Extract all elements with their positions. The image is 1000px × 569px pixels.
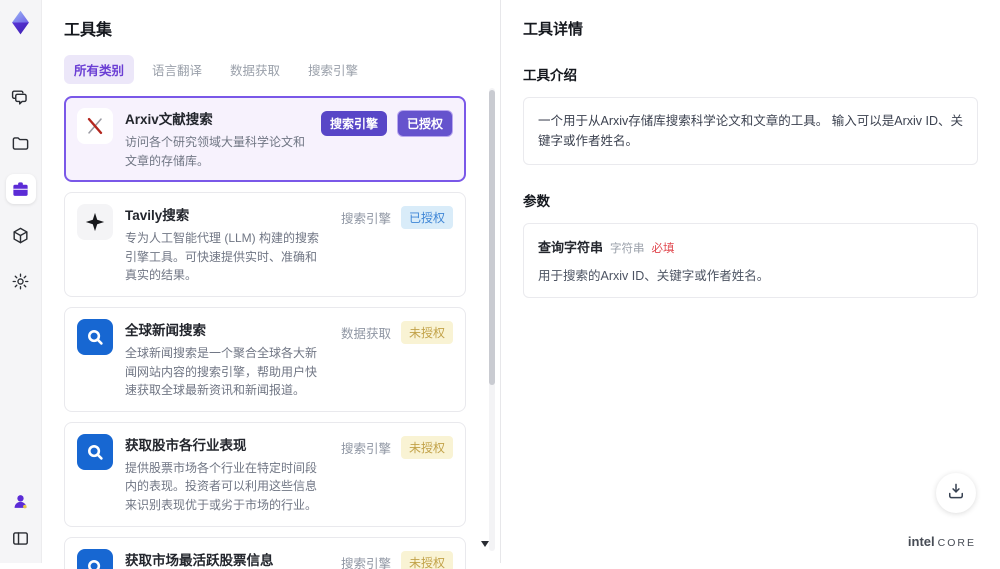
tool-name: Arxiv文献搜索 — [125, 112, 213, 127]
tool-auth-badge: 未授权 — [400, 320, 453, 344]
tab-all-categories[interactable]: 所有类别 — [64, 55, 135, 84]
intro-heading: 工具介绍 — [523, 68, 577, 83]
tool-details-panel: 工具详情 工具介绍 一个用于从Arxiv存储库搜索科学论文和文章的工具。 输入可… — [500, 0, 1000, 563]
details-title: 工具详情 — [523, 21, 584, 38]
tool-card[interactable]: 获取市场最活跃股票信息 提供当天交易量最高的股票列表。投资者可以利用这些信息来识… — [64, 536, 466, 569]
tool-card[interactable]: 获取股市各行业表现 提供股票市场各个行业在特定时间段内的表现。投资者可以利用这些… — [64, 421, 466, 527]
sidebar-nav — [5, 82, 36, 296]
chat-icon[interactable] — [6, 82, 36, 112]
tool-card[interactable]: Arxiv文献搜索 访问各个研究领域大量科学论文和文章的存储库。 搜索引擎 已授… — [64, 96, 466, 183]
tool-name: 全球新闻搜索 — [125, 322, 206, 338]
intel-core-logo: intel core — [908, 534, 976, 549]
tool-category-badge: 搜索引擎 — [340, 556, 391, 569]
panel-toggle-icon[interactable] — [8, 525, 34, 551]
app-logo[interactable] — [7, 9, 34, 36]
tool-name: 获取股市各行业表现 — [125, 437, 247, 453]
intel-logo-text: intel — [907, 534, 935, 549]
tool-description: 访问各个研究领域大量科学论文和文章的存储库。 — [125, 135, 306, 168]
news-search-icon — [77, 318, 113, 355]
scroll-down-indicator[interactable] — [481, 541, 489, 547]
briefcase-icon[interactable] — [5, 174, 36, 204]
folder-icon[interactable] — [6, 128, 36, 158]
tool-category-badge: 搜索引擎 — [320, 111, 387, 136]
tool-category-badge: 数据获取 — [340, 326, 391, 341]
tool-intro-text: 一个用于从Arxiv存储库搜索科学论文和文章的工具。 输入可以是Arxiv ID… — [523, 97, 978, 165]
parameter-description: 用于搜索的Arxiv ID、关键字或作者姓名。 — [538, 269, 770, 283]
parameter-item: 查询字符串 字符串 必填 用于搜索的Arxiv ID、关键字或作者姓名。 — [523, 223, 978, 298]
tool-card[interactable]: 全球新闻搜索 全球新闻搜索是一个聚合全球各大新闻网站内容的搜索引擎，帮助用户快速… — [64, 306, 466, 412]
settings-icon[interactable] — [6, 266, 36, 296]
download-button[interactable] — [936, 473, 976, 513]
tab-data-acquisition[interactable]: 数据获取 — [220, 55, 290, 84]
tool-auth-badge: 未授权 — [400, 435, 453, 459]
tool-category-badge: 搜索引擎 — [340, 441, 391, 456]
parameter-type: 字符串 — [610, 243, 645, 255]
user-icon[interactable] — [8, 488, 34, 514]
tool-description: 全球新闻搜索是一个聚合全球各大新闻网站内容的搜索引擎，帮助用户快速获取全球最新资… — [125, 345, 318, 398]
download-icon — [946, 481, 966, 506]
news-search-icon — [77, 433, 113, 470]
tool-description: 专为人工智能代理 (LLM) 构建的搜索引擎工具。可快速提供实时、准确和真实的结… — [125, 231, 320, 283]
parameter-name: 查询字符串 — [538, 240, 604, 255]
tool-category-badge: 搜索引擎 — [340, 212, 391, 227]
tool-description: 提供股票市场各个行业在特定时间段内的表现。投资者可以利用这些信息来识别表现优于或… — [125, 460, 318, 512]
tool-collection-panel: 工具集 所有类别 语言翻译 数据获取 搜索引擎 Arxiv文献搜索 访问各个研究… — [42, 0, 500, 569]
category-tabs: 所有类别 语言翻译 数据获取 搜索引擎 — [64, 55, 478, 84]
tool-name: Tavily搜索 — [125, 208, 190, 224]
tool-auth-badge: 未授权 — [400, 550, 453, 569]
tool-card[interactable]: Tavily搜索 专为人工智能代理 (LLM) 构建的搜索引擎工具。可快速提供实… — [64, 192, 466, 297]
tool-name: 获取市场最活跃股票信息 — [125, 552, 274, 568]
cube-icon[interactable] — [6, 220, 36, 250]
tool-auth-badge: 已授权 — [400, 206, 453, 230]
news-search-icon — [77, 548, 113, 569]
sparkle-icon — [77, 204, 113, 241]
sidebar-bottom — [8, 488, 34, 551]
arxiv-icon — [77, 108, 113, 144]
parameter-required-badge: 必填 — [651, 243, 675, 255]
scrollbar-thumb[interactable] — [489, 90, 495, 385]
app-window: 工具集 所有类别 语言翻译 数据获取 搜索引擎 Arxiv文献搜索 访问各个研究… — [0, 0, 1000, 569]
core-logo-text: core — [937, 537, 976, 549]
tab-language-translation[interactable]: 语言翻译 — [142, 55, 212, 84]
tool-list: Arxiv文献搜索 访问各个研究领域大量科学论文和文章的存储库。 搜索引擎 已授… — [64, 96, 478, 569]
scrollbar-track[interactable] — [489, 88, 495, 551]
tool-auth-badge: 已授权 — [396, 110, 453, 137]
page-title: 工具集 — [64, 22, 113, 39]
sidebar — [0, 0, 42, 563]
parameter-header: 查询字符串 字符串 必填 — [538, 237, 963, 256]
params-heading: 参数 — [523, 194, 550, 209]
tab-search-engine[interactable]: 搜索引擎 — [298, 55, 368, 84]
